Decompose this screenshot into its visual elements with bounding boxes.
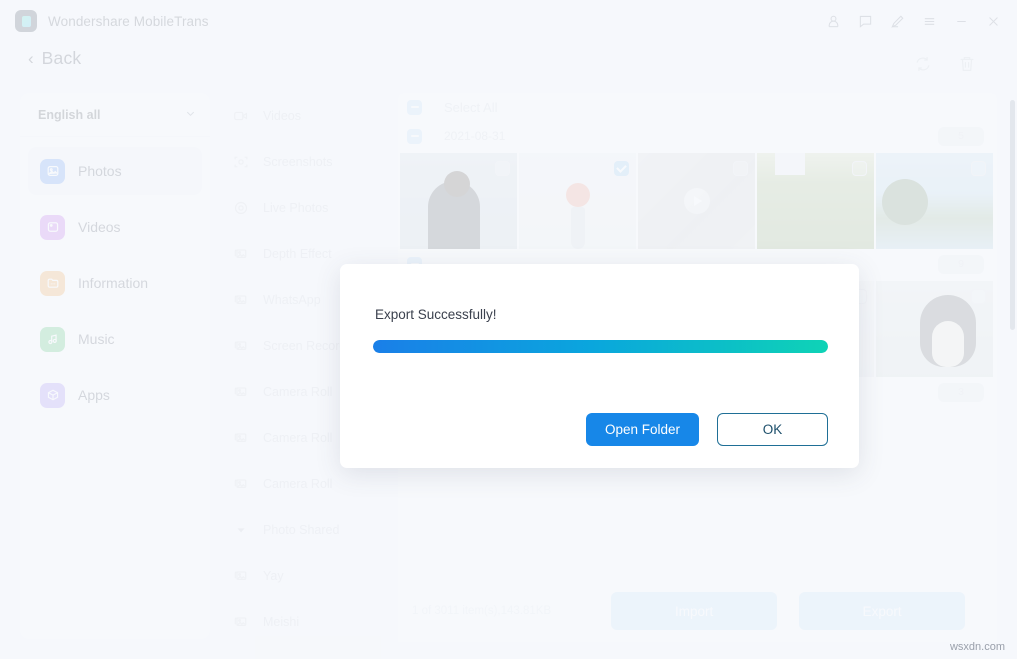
- open-folder-button[interactable]: Open Folder: [586, 413, 699, 446]
- watermark: wsxdn.com: [950, 641, 1005, 653]
- dialog-actions: Open Folder OK: [586, 413, 828, 446]
- ok-button[interactable]: OK: [717, 413, 828, 446]
- progress-bar: [373, 340, 828, 353]
- dialog-message: Export Successfully!: [375, 307, 497, 322]
- vertical-scrollbar[interactable]: [1010, 100, 1015, 330]
- progress-bar-fill: [373, 340, 828, 353]
- export-success-dialog: Export Successfully! Open Folder OK: [340, 264, 859, 468]
- app-window: Wondershare MobileTrans: [0, 0, 1017, 659]
